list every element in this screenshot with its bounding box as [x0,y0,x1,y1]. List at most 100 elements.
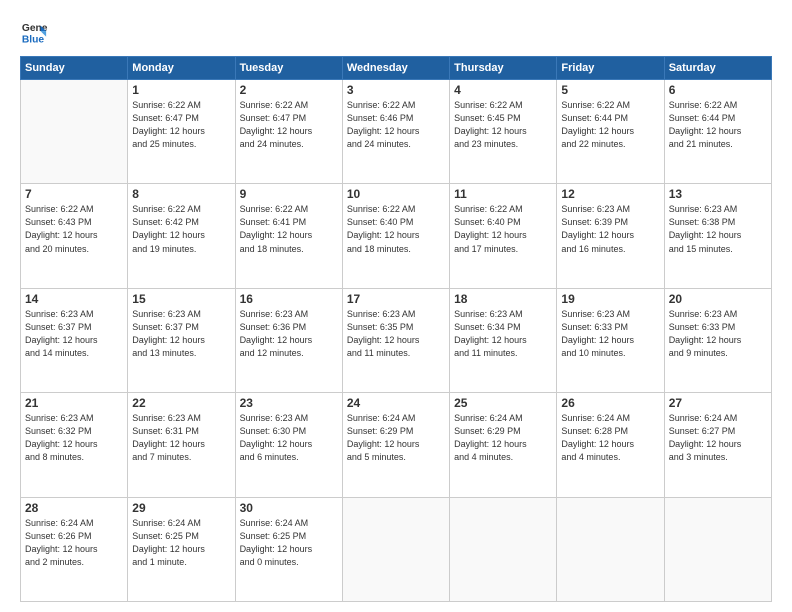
cell-info: Sunrise: 6:22 AMSunset: 6:40 PMDaylight:… [347,203,445,255]
weekday-header-monday: Monday [128,57,235,80]
cell-info: Sunrise: 6:24 AMSunset: 6:25 PMDaylight:… [132,517,230,569]
cell-info: Sunrise: 6:23 AMSunset: 6:31 PMDaylight:… [132,412,230,464]
calendar-cell: 13 Sunrise: 6:23 AMSunset: 6:38 PMDayligh… [664,184,771,288]
day-number: 23 [240,396,338,410]
cell-info: Sunrise: 6:24 AMSunset: 6:28 PMDaylight:… [561,412,659,464]
calendar-cell: 30 Sunrise: 6:24 AMSunset: 6:25 PMDayligh… [235,497,342,601]
calendar-cell: 18Sunrise: 6:23 AMSunset: 6:34 PMDayligh… [450,288,557,392]
calendar-cell: 9 Sunrise: 6:22 AMSunset: 6:41 PMDaylight… [235,184,342,288]
weekday-header-row: SundayMondayTuesdayWednesdayThursdayFrid… [21,57,772,80]
day-number: 24 [347,396,445,410]
cell-info: Sunrise: 6:22 AMSunset: 6:40 PMDaylight:… [454,203,552,255]
calendar-cell: 21 Sunrise: 6:23 AMSunset: 6:32 PMDayligh… [21,393,128,497]
day-number: 12 [561,187,659,201]
cell-info: Sunrise: 6:22 AMSunset: 6:43 PMDaylight:… [25,203,123,255]
cell-info: Sunrise: 6:23 AMSunset: 6:30 PMDaylight:… [240,412,338,464]
day-number: 2 [240,83,338,97]
day-number: 4 [454,83,552,97]
cell-info: Sunrise: 6:23 AMSunset: 6:37 PMDaylight:… [132,308,230,360]
calendar-cell [21,80,128,184]
day-number: 20 [669,292,767,306]
logo: General Blue [20,18,52,46]
calendar-cell: 7 Sunrise: 6:22 AMSunset: 6:43 PMDaylight… [21,184,128,288]
cell-info: Sunrise: 6:22 AMSunset: 6:41 PMDaylight:… [240,203,338,255]
calendar-cell: 3 Sunrise: 6:22 AMSunset: 6:46 PMDaylight… [342,80,449,184]
weekday-header-sunday: Sunday [21,57,128,80]
day-number: 21 [25,396,123,410]
calendar-cell: 10 Sunrise: 6:22 AMSunset: 6:40 PMDayligh… [342,184,449,288]
calendar-cell: 24 Sunrise: 6:24 AMSunset: 6:29 PMDayligh… [342,393,449,497]
weekday-header-saturday: Saturday [664,57,771,80]
day-number: 7 [25,187,123,201]
calendar-week-row: 28 Sunrise: 6:24 AMSunset: 6:26 PMDayligh… [21,497,772,601]
day-number: 16 [240,292,338,306]
calendar-cell: 16 Sunrise: 6:23 AMSunset: 6:36 PMDayligh… [235,288,342,392]
calendar-cell: 2 Sunrise: 6:22 AMSunset: 6:47 PMDaylight… [235,80,342,184]
cell-info: Sunrise: 6:23 AMSunset: 6:33 PMDaylight:… [561,308,659,360]
cell-info: Sunrise: 6:24 AMSunset: 6:26 PMDaylight:… [25,517,123,569]
calendar-week-row: 7 Sunrise: 6:22 AMSunset: 6:43 PMDaylight… [21,184,772,288]
day-number: 9 [240,187,338,201]
day-number: 29 [132,501,230,515]
calendar-cell: 4Sunrise: 6:22 AMSunset: 6:45 PMDaylight… [450,80,557,184]
calendar-cell: 11 Sunrise: 6:22 AMSunset: 6:40 PMDayligh… [450,184,557,288]
day-number: 5 [561,83,659,97]
calendar-cell: 26Sunrise: 6:24 AMSunset: 6:28 PMDayligh… [557,393,664,497]
weekday-header-friday: Friday [557,57,664,80]
cell-info: Sunrise: 6:22 AMSunset: 6:47 PMDaylight:… [240,99,338,151]
calendar-cell: 17Sunrise: 6:23 AMSunset: 6:35 PMDayligh… [342,288,449,392]
day-number: 19 [561,292,659,306]
calendar-cell: 5 Sunrise: 6:22 AMSunset: 6:44 PMDaylight… [557,80,664,184]
cell-info: Sunrise: 6:24 AMSunset: 6:25 PMDaylight:… [240,517,338,569]
calendar-cell: 12 Sunrise: 6:23 AMSunset: 6:39 PMDayligh… [557,184,664,288]
calendar-week-row: 21 Sunrise: 6:23 AMSunset: 6:32 PMDayligh… [21,393,772,497]
cell-info: Sunrise: 6:23 AMSunset: 6:37 PMDaylight:… [25,308,123,360]
header: General Blue [20,18,772,46]
day-number: 14 [25,292,123,306]
calendar-cell: 20 Sunrise: 6:23 AMSunset: 6:33 PMDayligh… [664,288,771,392]
day-number: 1 [132,83,230,97]
calendar-week-row: 1 Sunrise: 6:22 AMSunset: 6:47 PMDaylight… [21,80,772,184]
calendar-cell: 22 Sunrise: 6:23 AMSunset: 6:31 PMDayligh… [128,393,235,497]
calendar-table: SundayMondayTuesdayWednesdayThursdayFrid… [20,56,772,602]
calendar-cell [557,497,664,601]
weekday-header-tuesday: Tuesday [235,57,342,80]
cell-info: Sunrise: 6:22 AMSunset: 6:47 PMDaylight:… [132,99,230,151]
cell-info: Sunrise: 6:24 AMSunset: 6:29 PMDaylight:… [347,412,445,464]
day-number: 28 [25,501,123,515]
day-number: 30 [240,501,338,515]
calendar-cell: 8 Sunrise: 6:22 AMSunset: 6:42 PMDaylight… [128,184,235,288]
day-number: 18 [454,292,552,306]
cell-info: Sunrise: 6:23 AMSunset: 6:39 PMDaylight:… [561,203,659,255]
calendar-cell [342,497,449,601]
day-number: 11 [454,187,552,201]
calendar-cell: 1 Sunrise: 6:22 AMSunset: 6:47 PMDaylight… [128,80,235,184]
cell-info: Sunrise: 6:22 AMSunset: 6:42 PMDaylight:… [132,203,230,255]
calendar-cell: 15 Sunrise: 6:23 AMSunset: 6:37 PMDayligh… [128,288,235,392]
cell-info: Sunrise: 6:24 AMSunset: 6:29 PMDaylight:… [454,412,552,464]
cell-info: Sunrise: 6:22 AMSunset: 6:44 PMDaylight:… [669,99,767,151]
weekday-header-thursday: Thursday [450,57,557,80]
day-number: 22 [132,396,230,410]
calendar-cell: 6Sunrise: 6:22 AMSunset: 6:44 PMDaylight… [664,80,771,184]
cell-info: Sunrise: 6:23 AMSunset: 6:32 PMDaylight:… [25,412,123,464]
calendar-cell: 25Sunrise: 6:24 AMSunset: 6:29 PMDayligh… [450,393,557,497]
calendar-cell: 23 Sunrise: 6:23 AMSunset: 6:30 PMDayligh… [235,393,342,497]
day-number: 13 [669,187,767,201]
cell-info: Sunrise: 6:22 AMSunset: 6:46 PMDaylight:… [347,99,445,151]
cell-info: Sunrise: 6:23 AMSunset: 6:33 PMDaylight:… [669,308,767,360]
calendar-cell: 19 Sunrise: 6:23 AMSunset: 6:33 PMDayligh… [557,288,664,392]
calendar-cell: 14 Sunrise: 6:23 AMSunset: 6:37 PMDayligh… [21,288,128,392]
day-number: 27 [669,396,767,410]
calendar-cell [664,497,771,601]
day-number: 8 [132,187,230,201]
cell-info: Sunrise: 6:23 AMSunset: 6:36 PMDaylight:… [240,308,338,360]
day-number: 3 [347,83,445,97]
weekday-header-wednesday: Wednesday [342,57,449,80]
day-number: 15 [132,292,230,306]
calendar-cell: 27Sunrise: 6:24 AMSunset: 6:27 PMDayligh… [664,393,771,497]
calendar-cell: 29 Sunrise: 6:24 AMSunset: 6:25 PMDayligh… [128,497,235,601]
cell-info: Sunrise: 6:23 AMSunset: 6:38 PMDaylight:… [669,203,767,255]
day-number: 10 [347,187,445,201]
cell-info: Sunrise: 6:22 AMSunset: 6:44 PMDaylight:… [561,99,659,151]
